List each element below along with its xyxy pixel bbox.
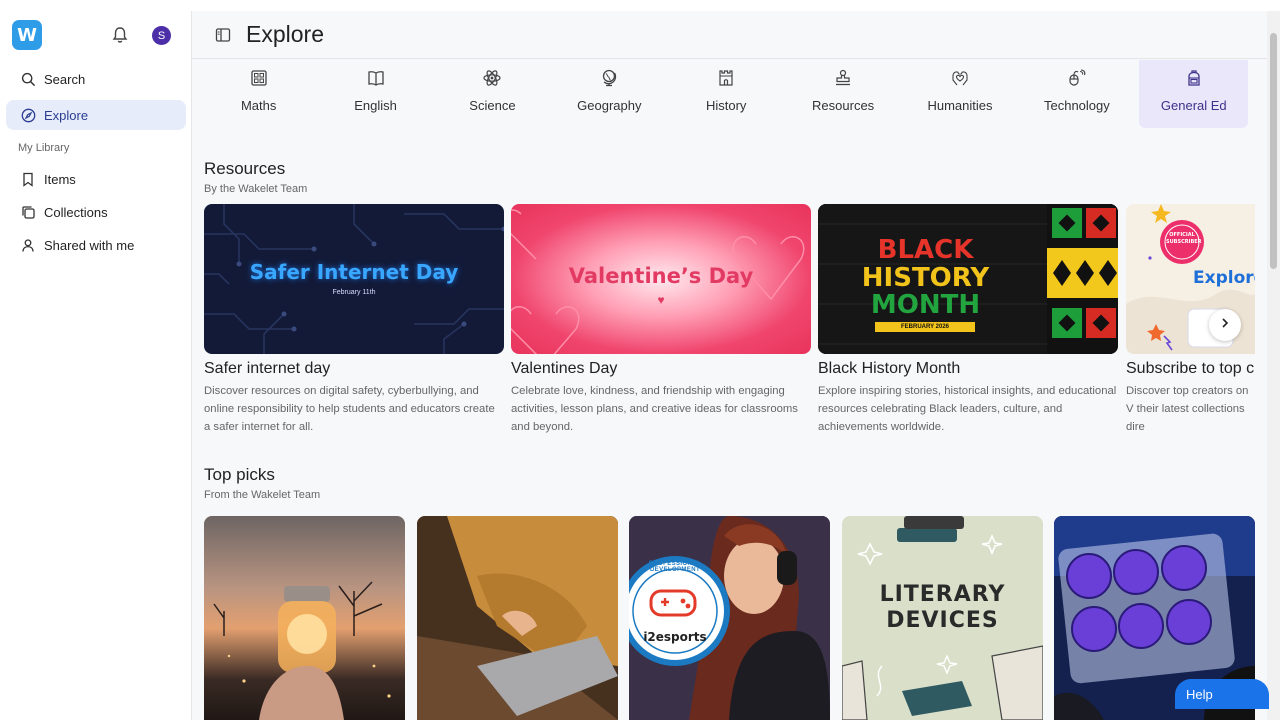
thumb-title: Valentine’s Day <box>568 264 754 288</box>
resources-subheading: By the Wakelet Team <box>204 183 308 195</box>
window-top-strip <box>0 0 1280 11</box>
card-thumbnail: BLACK HISTORY MONTH FEBRUARY 2026 <box>818 204 1118 354</box>
book-icon <box>366 68 386 88</box>
bell-icon[interactable] <box>110 25 130 45</box>
heart-icon: ♥ <box>657 293 665 307</box>
nav-explore[interactable]: Explore <box>6 100 186 130</box>
subject-label: General Ed <box>1160 98 1227 113</box>
sidebar-toggle-icon[interactable] <box>214 26 232 44</box>
card-description: Explore inspiring stories, historical in… <box>818 385 1117 433</box>
subject-humanities[interactable]: Humanities <box>905 60 1014 128</box>
nav-search[interactable]: Search <box>6 64 186 94</box>
calculator-icon <box>249 68 269 88</box>
nav-collections[interactable]: Collections <box>6 197 186 227</box>
top-pick-card-laptop-sweater[interactable] <box>417 516 618 720</box>
card-title: Safer internet day <box>204 360 331 377</box>
card-thumbnail: Safer Internet Day February 11th <box>204 204 504 354</box>
thumb-date: February 11th <box>332 289 376 296</box>
nav-shared-label: Shared with me <box>44 237 135 253</box>
page-title: Explore <box>246 21 324 47</box>
thumb-date: FEBRUARY 2026 <box>875 322 975 332</box>
subject-maths[interactable]: Maths <box>204 60 313 128</box>
card-title: Subscribe to top c <box>1126 360 1255 377</box>
app: W S Search Explore My Library Items Coll… <box>0 11 1280 720</box>
wakelet-logo[interactable]: W <box>12 20 42 50</box>
subject-technology[interactable]: Technology <box>1022 60 1131 128</box>
thumb-title: Safer Internet Day <box>249 260 459 284</box>
bookmark-icon <box>20 171 36 187</box>
help-button[interactable]: Help <box>1175 679 1269 709</box>
subject-tabs: Maths English Science Geography History … <box>204 60 1256 128</box>
technology-icon <box>1067 68 1087 88</box>
page-scrollbar[interactable] <box>1267 11 1280 720</box>
avatar[interactable]: S <box>152 26 171 45</box>
thumb-line-2: HISTORY <box>861 263 990 293</box>
compass-icon <box>20 107 36 123</box>
nav-collections-label: Collections <box>44 204 108 220</box>
chevron-right-icon <box>1219 316 1231 334</box>
backpack-icon <box>1184 68 1204 88</box>
nav-explore-label: Explore <box>44 107 89 123</box>
globe-icon <box>599 68 619 88</box>
main-content: Explore Maths English Science Geography <box>192 11 1267 720</box>
esports-ring-text: PROFESSIONAL DEVELOPMENT <box>648 561 702 573</box>
user-icon <box>20 237 36 253</box>
castle-icon <box>716 68 736 88</box>
card-title: Black History Month <box>818 360 961 377</box>
my-library-heading: My Library <box>18 142 70 154</box>
card-description: Celebrate love, kindness, and friendship… <box>511 385 798 433</box>
subject-label: History <box>705 98 747 113</box>
subject-label: English <box>354 98 397 113</box>
carousel-next-button[interactable] <box>1209 309 1241 341</box>
card-description: Discover resources on digital safety, cy… <box>204 385 495 433</box>
subject-label: Technology <box>1043 98 1110 113</box>
subject-label: Science <box>469 98 516 113</box>
sidebar: W S Search Explore My Library Items Coll… <box>0 11 192 720</box>
subject-label: Geography <box>577 98 642 113</box>
subject-general-ed[interactable]: General Ed <box>1139 60 1249 128</box>
resources-heading: Resources <box>204 159 286 178</box>
thumb-title: Explore <box>1193 268 1255 288</box>
stamp-icon <box>833 68 853 88</box>
nav-items-label: Items <box>44 171 76 187</box>
collections-icon <box>20 204 36 220</box>
subject-english[interactable]: English <box>321 60 430 128</box>
nav-shared[interactable]: Shared with me <box>6 230 186 260</box>
subject-history[interactable]: History <box>672 60 781 128</box>
top-picks-heading: Top picks <box>204 465 275 484</box>
esports-badge-text: i2esports <box>643 630 707 644</box>
atom-icon <box>482 68 502 88</box>
page-header: Explore <box>192 11 1267 59</box>
thumb-badge: OFFICIAL SUBSCRIBER <box>1166 232 1202 245</box>
literary-line-1: LITERARY <box>879 582 1006 607</box>
top-picks-subheading: From the Wakelet Team <box>204 489 321 501</box>
search-icon <box>20 71 36 87</box>
card-thumbnail: Valentine’s Day ♥ <box>511 204 811 354</box>
subject-geography[interactable]: Geography <box>555 60 664 128</box>
hands-heart-icon <box>950 68 970 88</box>
top-pick-card-literary-devices[interactable]: LITERARY DEVICES <box>842 516 1043 720</box>
subject-label: Humanities <box>927 98 993 113</box>
resource-card-valentines[interactable]: Valentine’s Day ♥ Valentines Day Celebra… <box>511 204 811 436</box>
scrollbar-thumb[interactable] <box>1270 33 1277 269</box>
thumb-line-1: BLACK <box>877 235 974 265</box>
literary-line-2: DEVICES <box>886 608 999 633</box>
thumb-line-3: MONTH <box>870 290 981 320</box>
subject-science[interactable]: Science <box>438 60 547 128</box>
subject-label: Resources <box>812 98 875 113</box>
card-description: Discover top creators on V their latest … <box>1126 385 1249 433</box>
resource-card-safer-internet[interactable]: Safer Internet Day February 11th Safer i… <box>204 204 504 436</box>
nav-search-label: Search <box>44 71 86 87</box>
top-pick-card-jar-of-lights[interactable] <box>204 516 405 720</box>
top-pick-card-esports[interactable]: PROFESSIONAL DEVELOPMENT i2esports <box>629 516 830 720</box>
resource-card-black-history[interactable]: BLACK HISTORY MONTH FEBRUARY 2026 Black … <box>818 204 1118 436</box>
nav-items[interactable]: Items <box>6 164 186 194</box>
card-title: Valentines Day <box>511 360 618 377</box>
subject-resources[interactable]: Resources <box>788 60 897 128</box>
subject-label: Maths <box>240 98 277 113</box>
